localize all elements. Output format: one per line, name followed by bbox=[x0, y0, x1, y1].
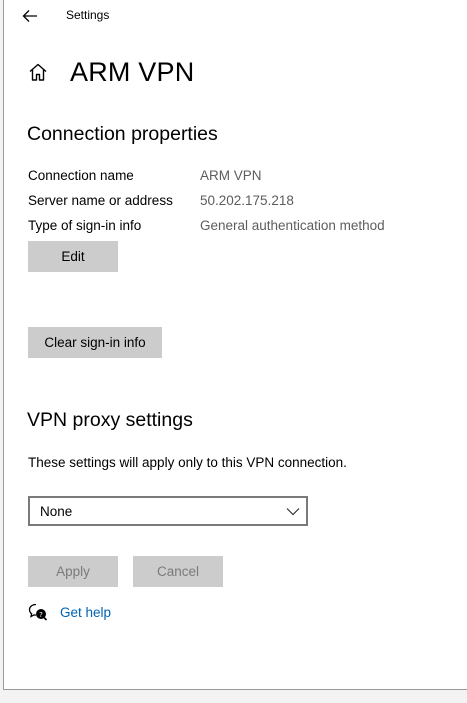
get-help-link-row[interactable]: ? Get help bbox=[28, 603, 111, 621]
server-address-value: 50.202.175.218 bbox=[200, 193, 294, 208]
proxy-type-dropdown[interactable]: None bbox=[28, 496, 308, 526]
server-address-label: Server name or address bbox=[28, 193, 173, 208]
sign-in-type-value: General authentication method bbox=[200, 218, 385, 233]
page-title: ARM VPN bbox=[70, 56, 195, 87]
sign-in-type-row: Type of sign-in info General authenticat… bbox=[28, 218, 385, 233]
back-button[interactable] bbox=[18, 4, 42, 28]
cancel-button[interactable]: Cancel bbox=[133, 556, 223, 587]
page-header: ARM VPN bbox=[26, 54, 194, 90]
vpn-proxy-settings-heading: VPN proxy settings bbox=[27, 409, 193, 431]
connection-properties-heading: Connection properties bbox=[27, 123, 218, 145]
help-chat-icon: ? bbox=[28, 603, 48, 621]
window-title: Settings bbox=[66, 8, 110, 22]
server-address-row: Server name or address 50.202.175.218 bbox=[28, 193, 294, 208]
settings-window: Settings ARM VPN Connection properties C… bbox=[3, 0, 467, 690]
get-help-link[interactable]: Get help bbox=[60, 605, 111, 620]
svg-text:?: ? bbox=[39, 611, 43, 619]
proxy-description: These settings will apply only to this V… bbox=[28, 455, 347, 470]
proxy-type-selected: None bbox=[40, 503, 73, 519]
sign-in-type-label: Type of sign-in info bbox=[28, 218, 142, 233]
apply-button[interactable]: Apply bbox=[28, 556, 118, 587]
connection-name-row: Connection name ARM VPN bbox=[28, 168, 262, 183]
back-arrow-icon bbox=[22, 10, 37, 22]
chevron-down-icon bbox=[286, 508, 300, 516]
edit-button[interactable]: Edit bbox=[28, 241, 118, 272]
connection-name-value: ARM VPN bbox=[200, 168, 262, 183]
connection-name-label: Connection name bbox=[28, 168, 134, 183]
home-icon[interactable] bbox=[26, 60, 50, 84]
clear-sign-in-info-button[interactable]: Clear sign-in info bbox=[28, 327, 162, 358]
title-bar: Settings bbox=[4, 0, 467, 32]
